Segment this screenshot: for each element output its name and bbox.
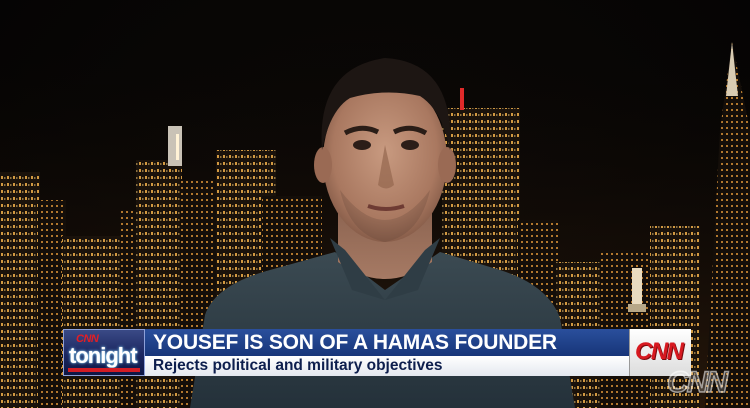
subheadline-text: Rejects political and military objective… — [145, 356, 629, 376]
show-logo: CNN tonight — [63, 329, 145, 376]
headline-text: YOUSEF IS SON OF A HAMAS FOUNDER — [145, 329, 629, 356]
network-badge-logo: CNN — [635, 338, 684, 365]
headline-box: YOUSEF IS SON OF A HAMAS FOUNDER Rejects… — [145, 329, 629, 376]
network-watermark: CNN — [666, 365, 729, 400]
video-frame: CNN tonight YOUSEF IS SON OF A HAMAS FOU… — [0, 0, 750, 408]
news-lower-third: CNN tonight YOUSEF IS SON OF A HAMAS FOU… — [63, 329, 691, 376]
show-logo-underline — [68, 368, 140, 372]
show-logo-title: tonight — [69, 343, 138, 368]
